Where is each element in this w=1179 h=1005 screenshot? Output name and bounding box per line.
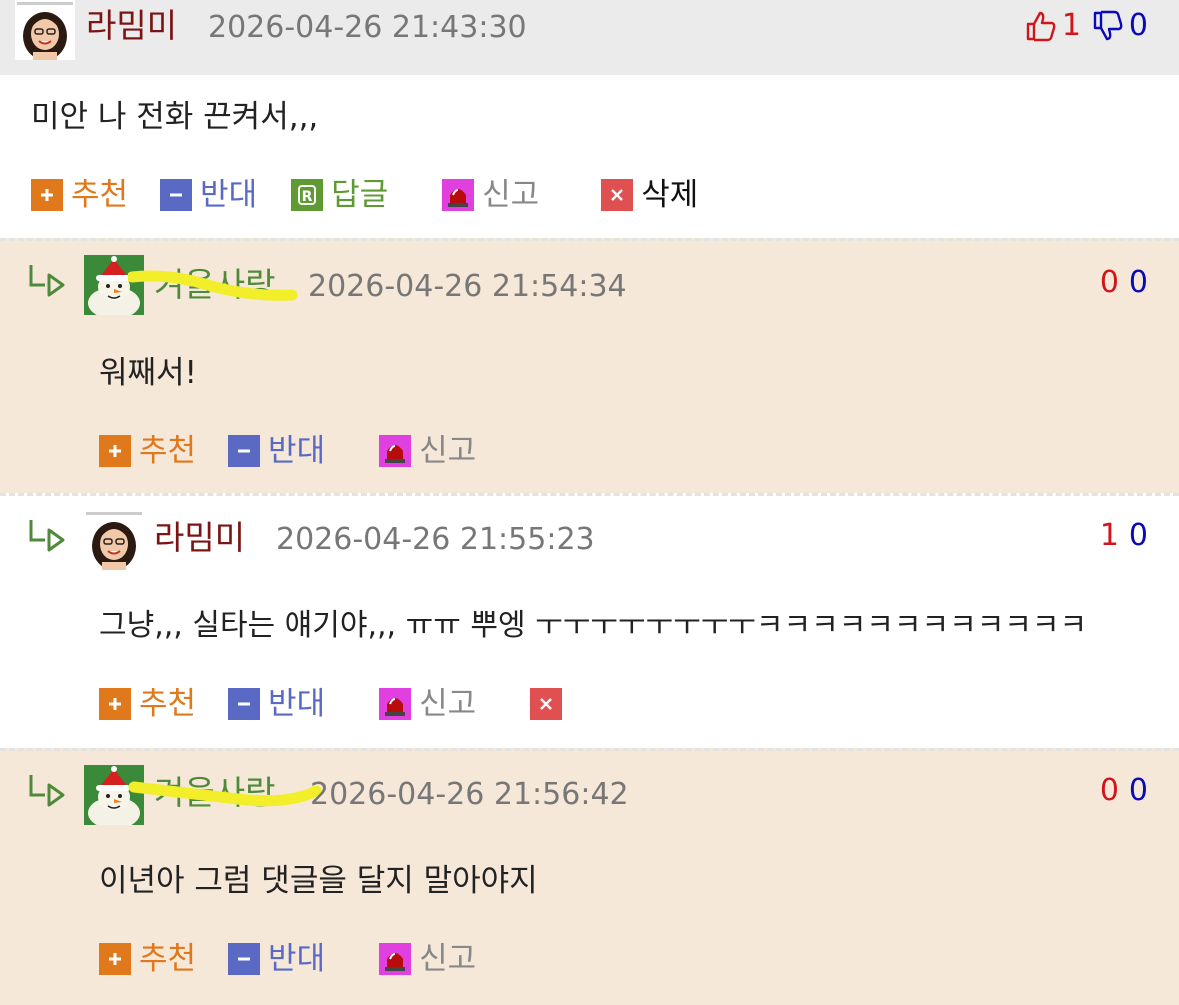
comment-text: 이년아 그럼 댓글을 달지 말아야지 xyxy=(99,863,538,899)
svg-text:R: R xyxy=(302,189,313,205)
report-button[interactable]: 신고 xyxy=(379,431,476,471)
comment-body: 미안 나 전화 끈켜서,,, 추천 반대 R 답글 신고 삭제 xyxy=(0,75,1179,238)
comment-actions: 추천 반대 R 답글 신고 삭제 xyxy=(31,175,698,215)
report-label: 신고 xyxy=(419,433,477,469)
close-x-icon xyxy=(530,688,563,720)
report-button[interactable]: 신고 xyxy=(379,684,476,724)
report-label: 신고 xyxy=(419,686,477,722)
oppose-button[interactable]: 반대 xyxy=(228,939,325,979)
oppose-label: 반대 xyxy=(268,686,326,722)
reply-comment: 겨울사랑 2026-04-26 21:56:42 0 0 이년아 그럼 댓글을 … xyxy=(0,748,1179,1005)
oppose-button[interactable]: 반대 xyxy=(228,684,325,724)
recommend-button[interactable]: 추천 xyxy=(31,175,128,215)
recommend-button[interactable]: 추천 xyxy=(99,431,196,471)
reply-arrow-icon xyxy=(27,261,67,301)
comment-author[interactable]: 겨울사랑 xyxy=(154,265,275,305)
comment-author[interactable]: 라밈미 xyxy=(154,518,245,558)
comment-date: 2026-04-26 21:56:42 xyxy=(310,777,629,812)
comment-date: 2026-04-26 21:55:23 xyxy=(276,522,595,557)
recommend-label: 추천 xyxy=(139,686,197,722)
delete-button[interactable] xyxy=(530,688,570,720)
reply-button[interactable]: R 답글 xyxy=(291,175,388,215)
report-label: 신고 xyxy=(482,177,540,213)
close-x-icon xyxy=(601,179,634,211)
siren-icon xyxy=(442,179,475,211)
comment-text: 미안 나 전화 끈켜서,,, xyxy=(31,99,319,135)
report-label: 신고 xyxy=(419,941,477,977)
report-button[interactable]: 신고 xyxy=(442,175,539,215)
reply-r-icon: R xyxy=(291,179,324,211)
minus-icon xyxy=(160,179,193,211)
up-count: 0 xyxy=(1099,773,1119,808)
recommend-label: 추천 xyxy=(139,433,197,469)
oppose-label: 반대 xyxy=(200,177,258,213)
recommend-label: 추천 xyxy=(139,941,197,977)
reply-arrow-icon xyxy=(27,771,67,811)
avatar-ramimi[interactable] xyxy=(84,510,144,570)
siren-icon xyxy=(379,688,412,720)
recommend-button[interactable]: 추천 xyxy=(99,939,196,979)
comment-text: 그냥,,, 실타는 얘기야,,, ㅠㅠ 뿌엥 ㅜㅜㅜㅜㅜㅜㅜㅜㅋㅋㅋㅋㅋㅋㅋㅋㅋ… xyxy=(99,608,1088,643)
reply-comment: 라밈미 2026-04-26 21:55:23 1 0 그냥,,, 실타는 얘기… xyxy=(0,493,1179,748)
thumbs-down-icon[interactable] xyxy=(1091,9,1125,43)
reply-arrow-icon xyxy=(27,516,67,556)
up-count: 1 xyxy=(1099,518,1119,553)
recommend-label: 추천 xyxy=(71,177,129,213)
plus-icon xyxy=(99,688,131,720)
minus-icon xyxy=(228,943,261,975)
recommend-button[interactable]: 추천 xyxy=(99,684,196,724)
comment-text: 워째서! xyxy=(99,355,197,391)
reply-comment: 겨울사랑 2026-04-26 21:54:34 0 0 워째서! 추천 반대 … xyxy=(0,238,1179,493)
vote-counts: 1 0 xyxy=(1024,6,1148,46)
up-count: 1 xyxy=(1061,8,1081,43)
down-count: 0 xyxy=(1128,518,1148,553)
up-count: 0 xyxy=(1099,265,1119,300)
comment-header: 라밈미 2026-04-26 21:43:30 1 0 xyxy=(0,0,1179,75)
vote-counts: 1 0 xyxy=(1100,516,1148,556)
report-button[interactable]: 신고 xyxy=(379,939,476,979)
plus-icon xyxy=(99,435,131,467)
delete-button[interactable]: 삭제 xyxy=(601,175,698,215)
down-count: 0 xyxy=(1128,265,1148,300)
minus-icon xyxy=(228,688,261,720)
avatar-snowman[interactable] xyxy=(84,765,144,825)
siren-icon xyxy=(379,435,412,467)
minus-icon xyxy=(228,435,261,467)
vote-counts: 0 0 xyxy=(1100,771,1148,811)
comment-actions: 추천 반대 신고 xyxy=(99,684,570,724)
comment-actions: 추천 반대 신고 xyxy=(99,939,476,979)
comment-date: 2026-04-26 21:54:34 xyxy=(308,269,627,304)
comment-thread: 라밈미 2026-04-26 21:43:30 1 0 미안 나 전화 끈켜서,… xyxy=(0,0,1179,1005)
down-count: 0 xyxy=(1128,8,1148,43)
vote-counts: 0 0 xyxy=(1100,263,1148,303)
oppose-button[interactable]: 반대 xyxy=(160,175,257,215)
plus-icon xyxy=(99,943,131,975)
comment-author[interactable]: 라밈미 xyxy=(86,6,177,46)
thumbs-up-icon[interactable] xyxy=(1024,9,1058,43)
oppose-label: 반대 xyxy=(268,433,326,469)
oppose-label: 반대 xyxy=(268,941,326,977)
avatar-ramimi[interactable] xyxy=(15,0,75,60)
siren-icon xyxy=(379,943,412,975)
oppose-button[interactable]: 반대 xyxy=(228,431,325,471)
delete-label: 삭제 xyxy=(641,177,699,213)
plus-icon xyxy=(31,179,63,211)
down-count: 0 xyxy=(1128,773,1148,808)
comment-date: 2026-04-26 21:43:30 xyxy=(208,10,527,45)
avatar-snowman[interactable] xyxy=(84,255,144,315)
comment-actions: 추천 반대 신고 xyxy=(99,431,476,471)
reply-label: 답글 xyxy=(331,177,389,213)
comment-author[interactable]: 겨울사랑 xyxy=(154,773,275,813)
